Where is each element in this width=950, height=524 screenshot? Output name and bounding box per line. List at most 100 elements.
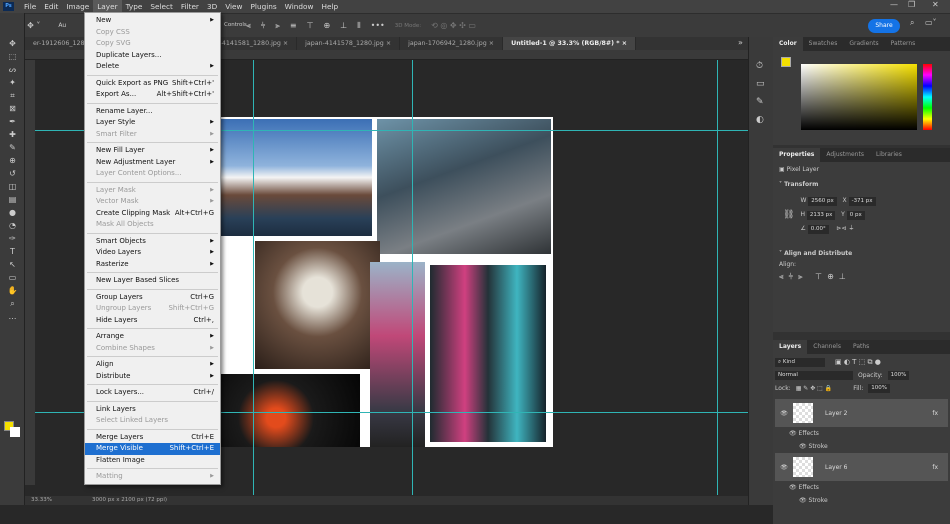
align-right-icon[interactable]: ⫸ — [275, 21, 280, 31]
close-tab-icon[interactable]: × — [281, 40, 288, 47]
transform-section[interactable]: ˅ Transform — [779, 181, 944, 188]
magic-wand-tool-icon[interactable]: ✦ — [0, 76, 25, 89]
opacity-field[interactable]: 100% — [887, 371, 910, 380]
align-top-icon[interactable]: ⊤ — [307, 21, 314, 30]
photo-koi-fish[interactable] — [220, 374, 360, 447]
align-center-icon[interactable]: ⫩ — [261, 21, 266, 31]
distribute-h-icon[interactable]: ⫴ — [357, 21, 360, 31]
fx-icon[interactable]: fx — [932, 410, 938, 417]
panel-tab-channels[interactable]: Channels — [807, 340, 847, 354]
pen-tool-icon[interactable]: ✑ — [0, 232, 25, 245]
menu-item-lock-layers[interactable]: Lock Layers... Ctrl+/ — [85, 387, 220, 399]
link-icon[interactable]: ⛓ — [783, 210, 794, 220]
foreground-color[interactable] — [781, 57, 791, 67]
eyedropper-tool-icon[interactable]: ✒ — [0, 115, 25, 128]
menu-help[interactable]: Help — [317, 0, 342, 13]
flip-vertical-icon[interactable]: ⏚ — [848, 225, 854, 232]
menu-item-new-fill-layer[interactable]: New Fill Layer ▶ — [85, 145, 220, 157]
menu-item-create-clipping-mask[interactable]: Create Clipping Mask Alt+Ctrl+G — [85, 208, 220, 220]
guide-vertical[interactable] — [253, 60, 254, 495]
stamp-tool-icon[interactable]: ⊕ — [0, 154, 25, 167]
fill-field[interactable]: 100% — [868, 384, 890, 393]
gradient-tool-icon[interactable]: ▤ — [0, 193, 25, 206]
menu-item-rename-layer[interactable]: Rename Layer... — [85, 106, 220, 118]
eraser-tool-icon[interactable]: ◫ — [0, 180, 25, 193]
document-tab[interactable]: japan-4141578_1280.jpg × — [297, 37, 401, 50]
layer-row[interactable]: 👁 Layer 2 fx — [775, 399, 948, 427]
menu-item-rasterize[interactable]: Rasterize ▶ — [85, 259, 220, 271]
panel-tab-swatches[interactable]: Swatches — [803, 37, 844, 51]
fx-icon[interactable]: fx — [932, 464, 938, 471]
filter-icons[interactable]: ▣ ◐ T ⬚ ⧉ ● — [835, 358, 881, 367]
workspace-icon[interactable]: ▭˅ — [925, 18, 937, 27]
flip-horizontal-icon[interactable]: ⊳⊲ — [836, 225, 846, 232]
close-button[interactable]: ✕ — [932, 0, 939, 9]
adjustments-icon[interactable]: ◐ — [756, 111, 773, 129]
width-field[interactable]: 2560 px — [808, 197, 837, 206]
photo-neon-street[interactable] — [427, 262, 549, 445]
move-tool-icon[interactable]: ✥ — [0, 37, 25, 50]
menu-item-quick-export-as-png[interactable]: Quick Export as PNG Shift+Ctrl+' — [85, 78, 220, 90]
layer-row[interactable]: 👁 Layer 6 fx — [775, 453, 948, 481]
blend-mode-select[interactable]: Normal — [775, 371, 853, 380]
stroke-effect-row[interactable]: 👁 Stroke — [775, 494, 948, 507]
brush-icon[interactable]: ✎ — [756, 93, 773, 111]
transform-controls-label[interactable]: Controls — [224, 21, 247, 30]
search-icon[interactable]: ⌕ — [910, 18, 914, 28]
menu-item-group-layers[interactable]: Group Layers Ctrl+G — [85, 292, 220, 304]
path-select-tool-icon[interactable]: ↖ — [0, 258, 25, 271]
menu-item-duplicate-layers[interactable]: Duplicate Layers... — [85, 50, 220, 62]
menu-item-new[interactable]: New ▶ — [85, 15, 220, 27]
panel-tab-patterns[interactable]: Patterns — [885, 37, 922, 51]
document-tab[interactable]: japan-1706942_1280.jpg × — [400, 37, 504, 50]
effects-row[interactable]: 👁 Effects — [775, 481, 948, 494]
zoom-level[interactable]: 33.33% — [31, 496, 52, 505]
close-tab-icon[interactable]: × — [620, 40, 627, 47]
dodge-tool-icon[interactable]: ◔ — [0, 219, 25, 232]
visibility-eye-icon[interactable]: 👁 — [775, 464, 793, 471]
color-picker-field[interactable] — [801, 64, 917, 130]
align-section[interactable]: ˅ Align and Distribute — [779, 250, 944, 257]
restore-button[interactable]: ❐ — [908, 0, 915, 9]
y-field[interactable]: 0 px — [846, 211, 865, 220]
x-field[interactable]: -371 px — [848, 197, 876, 206]
menu-view[interactable]: View — [221, 0, 246, 13]
document-canvas[interactable] — [220, 117, 553, 447]
stroke-effect-row[interactable]: 👁 Stroke — [775, 440, 948, 453]
healing-tool-icon[interactable]: ✚ — [0, 128, 25, 141]
comment-icon[interactable]: ▭ — [756, 75, 773, 93]
distribute-icon[interactable]: ≡ — [290, 21, 297, 30]
menu-item-distribute[interactable]: Distribute ▶ — [85, 371, 220, 383]
menu-item-smart-objects[interactable]: Smart Objects ▶ — [85, 236, 220, 248]
guide-vertical[interactable] — [412, 60, 413, 495]
align-bottom-icon[interactable]: ⊥ — [340, 21, 347, 30]
minimize-button[interactable]: — — [890, 0, 898, 9]
panel-tab-adjustments[interactable]: Adjustments — [820, 148, 870, 162]
menu-item-merge-visible[interactable]: Merge Visible Shift+Ctrl+E — [85, 443, 220, 455]
panel-tab-gradients[interactable]: Gradients — [843, 37, 884, 51]
menu-item-arrange[interactable]: Arrange ▶ — [85, 331, 220, 343]
menu-item-export-as[interactable]: Export As... Alt+Shift+Ctrl+' — [85, 89, 220, 101]
tabs-overflow-button[interactable]: » — [738, 38, 743, 47]
menu-item-hide-layers[interactable]: Hide Layers Ctrl+, — [85, 315, 220, 327]
share-button[interactable]: Share — [868, 19, 900, 33]
panel-tab-color[interactable]: Color — [773, 37, 803, 51]
layer-filter-select[interactable]: ⌕ Kind — [775, 358, 825, 367]
hand-tool-icon[interactable]: ✋ — [0, 284, 25, 297]
history-icon[interactable]: ⏱ — [756, 57, 773, 75]
guide-vertical[interactable] — [717, 60, 718, 495]
menu-edit[interactable]: Edit — [40, 0, 62, 13]
menu-item-merge-layers[interactable]: Merge Layers Ctrl+E — [85, 432, 220, 444]
background-color-swatch[interactable] — [10, 427, 20, 437]
blur-tool-icon[interactable]: ● — [0, 206, 25, 219]
photo-street-signs[interactable] — [370, 262, 425, 447]
align-middle-icon[interactable]: ⊕ — [324, 21, 331, 30]
menu-item-flatten-image[interactable]: Flatten Image — [85, 455, 220, 467]
align-buttons[interactable]: ⫷⫩⫸ ⊤⊕⊥ — [779, 272, 944, 282]
crop-tool-icon[interactable]: ⌗ — [0, 89, 25, 102]
photo-sushi-chef[interactable] — [255, 241, 380, 369]
menu-item-new-layer-based-slices[interactable]: New Layer Based Slices — [85, 275, 220, 287]
menu-plugins[interactable]: Plugins — [247, 0, 281, 13]
marquee-tool-icon[interactable]: ⬚ — [0, 50, 25, 63]
photo-mount-fuji[interactable] — [220, 119, 372, 236]
